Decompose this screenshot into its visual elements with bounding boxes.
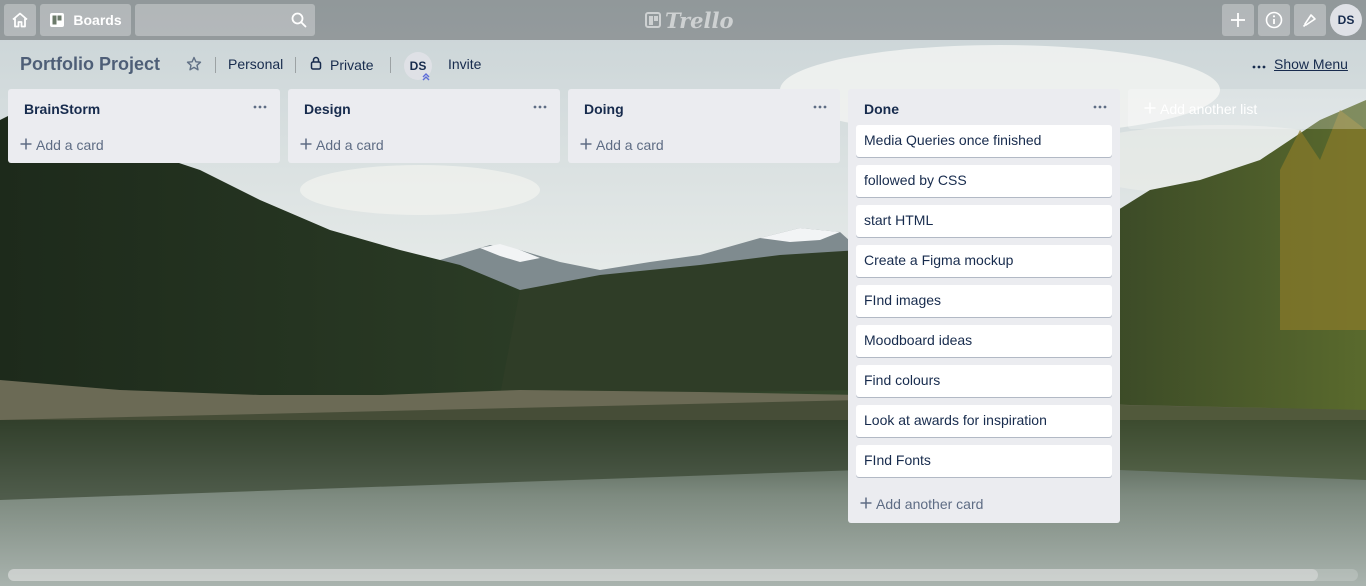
user-initials: DS	[1337, 13, 1355, 27]
list-menu-icon[interactable]	[252, 99, 268, 115]
header-divider	[390, 57, 391, 73]
add-card-label: Add a card	[316, 137, 384, 153]
card-list: Media Queries once finished followed by …	[848, 125, 1120, 477]
list-brainstorm[interactable]: BrainStorm Add a card	[8, 89, 280, 163]
team-label[interactable]: Personal	[228, 56, 283, 72]
list-title[interactable]: BrainStorm	[24, 101, 100, 117]
trello-logo-text: Trello	[665, 7, 734, 33]
card[interactable]: FInd Fonts	[856, 445, 1112, 477]
visibility-label: Private	[330, 56, 374, 73]
notifications-button[interactable]	[1294, 4, 1326, 36]
board-header: Portfolio Project Personal Private DS In…	[0, 40, 1366, 88]
header-divider	[215, 57, 216, 73]
list-header[interactable]: Done	[848, 89, 1120, 127]
plus-icon	[860, 496, 872, 512]
plus-icon	[20, 137, 32, 153]
header-divider	[295, 57, 296, 73]
list-header[interactable]: BrainStorm	[8, 89, 280, 127]
info-icon	[1265, 11, 1283, 29]
show-menu-label: Show Menu	[1274, 56, 1348, 72]
add-another-list-button[interactable]: Add another list	[1128, 89, 1366, 129]
plus-icon	[1230, 12, 1246, 28]
list-menu-icon[interactable]	[812, 99, 828, 115]
boards-button[interactable]: Boards	[40, 4, 131, 36]
add-another-card-button[interactable]: Add another card	[848, 485, 1120, 523]
board-title[interactable]: Portfolio Project	[20, 54, 160, 75]
card[interactable]: Media Queries once finished	[856, 125, 1112, 157]
card[interactable]: Moodboard ideas	[856, 325, 1112, 357]
create-button[interactable]	[1222, 4, 1254, 36]
home-button[interactable]	[4, 4, 36, 36]
star-icon[interactable]	[186, 56, 206, 72]
list-design[interactable]: Design Add a card	[288, 89, 560, 163]
top-navigation-bar: Boards Trello DS	[0, 0, 1366, 40]
horizontal-scrollbar[interactable]	[8, 569, 1358, 581]
card[interactable]: start HTML	[856, 205, 1112, 237]
bell-icon	[1302, 12, 1318, 28]
list-done[interactable]: Done Media Queries once finished followe…	[848, 89, 1120, 523]
ellipsis-icon	[1252, 56, 1266, 72]
list-doing[interactable]: Doing Add a card	[568, 89, 840, 163]
plus-icon	[1144, 101, 1156, 117]
card[interactable]: Find colours	[856, 365, 1112, 397]
list-title[interactable]: Doing	[584, 101, 624, 117]
list-header[interactable]: Doing	[568, 89, 840, 127]
add-card-label: Add a card	[36, 137, 104, 153]
plus-icon	[580, 137, 592, 153]
list-menu-icon[interactable]	[532, 99, 548, 115]
info-button[interactable]	[1258, 4, 1290, 36]
card[interactable]: FInd images	[856, 285, 1112, 317]
user-avatar[interactable]: DS	[1330, 4, 1362, 36]
boards-label: Boards	[73, 12, 122, 28]
home-icon	[11, 11, 29, 29]
admin-badge-icon	[421, 69, 431, 87]
trello-logo[interactable]: Trello	[645, 7, 734, 33]
list-header[interactable]: Design	[288, 89, 560, 127]
list-title[interactable]: Design	[304, 101, 351, 117]
search-input[interactable]	[135, 4, 301, 36]
add-list-label: Add another list	[1160, 101, 1258, 117]
card[interactable]: Create a Figma mockup	[856, 245, 1112, 277]
boards-icon	[49, 12, 65, 28]
visibility-button[interactable]: Private	[310, 56, 374, 73]
search-icon[interactable]	[291, 12, 307, 33]
add-card-label: Add another card	[876, 496, 984, 512]
scrollbar-thumb[interactable]	[8, 569, 1318, 581]
lock-icon	[310, 56, 322, 73]
add-card-button[interactable]: Add a card	[288, 127, 560, 163]
card[interactable]: followed by CSS	[856, 165, 1112, 197]
show-menu-button[interactable]: Show Menu	[1252, 56, 1348, 72]
add-card-label: Add a card	[596, 137, 664, 153]
plus-icon	[300, 137, 312, 153]
trello-logo-icon	[645, 12, 661, 28]
add-card-button[interactable]: Add a card	[8, 127, 280, 163]
list-menu-icon[interactable]	[1092, 99, 1108, 115]
search-box[interactable]	[135, 4, 315, 36]
list-title[interactable]: Done	[864, 101, 899, 117]
add-card-button[interactable]: Add a card	[568, 127, 840, 163]
invite-button[interactable]: Invite	[448, 56, 481, 72]
card[interactable]: Look at awards for inspiration	[856, 405, 1112, 437]
